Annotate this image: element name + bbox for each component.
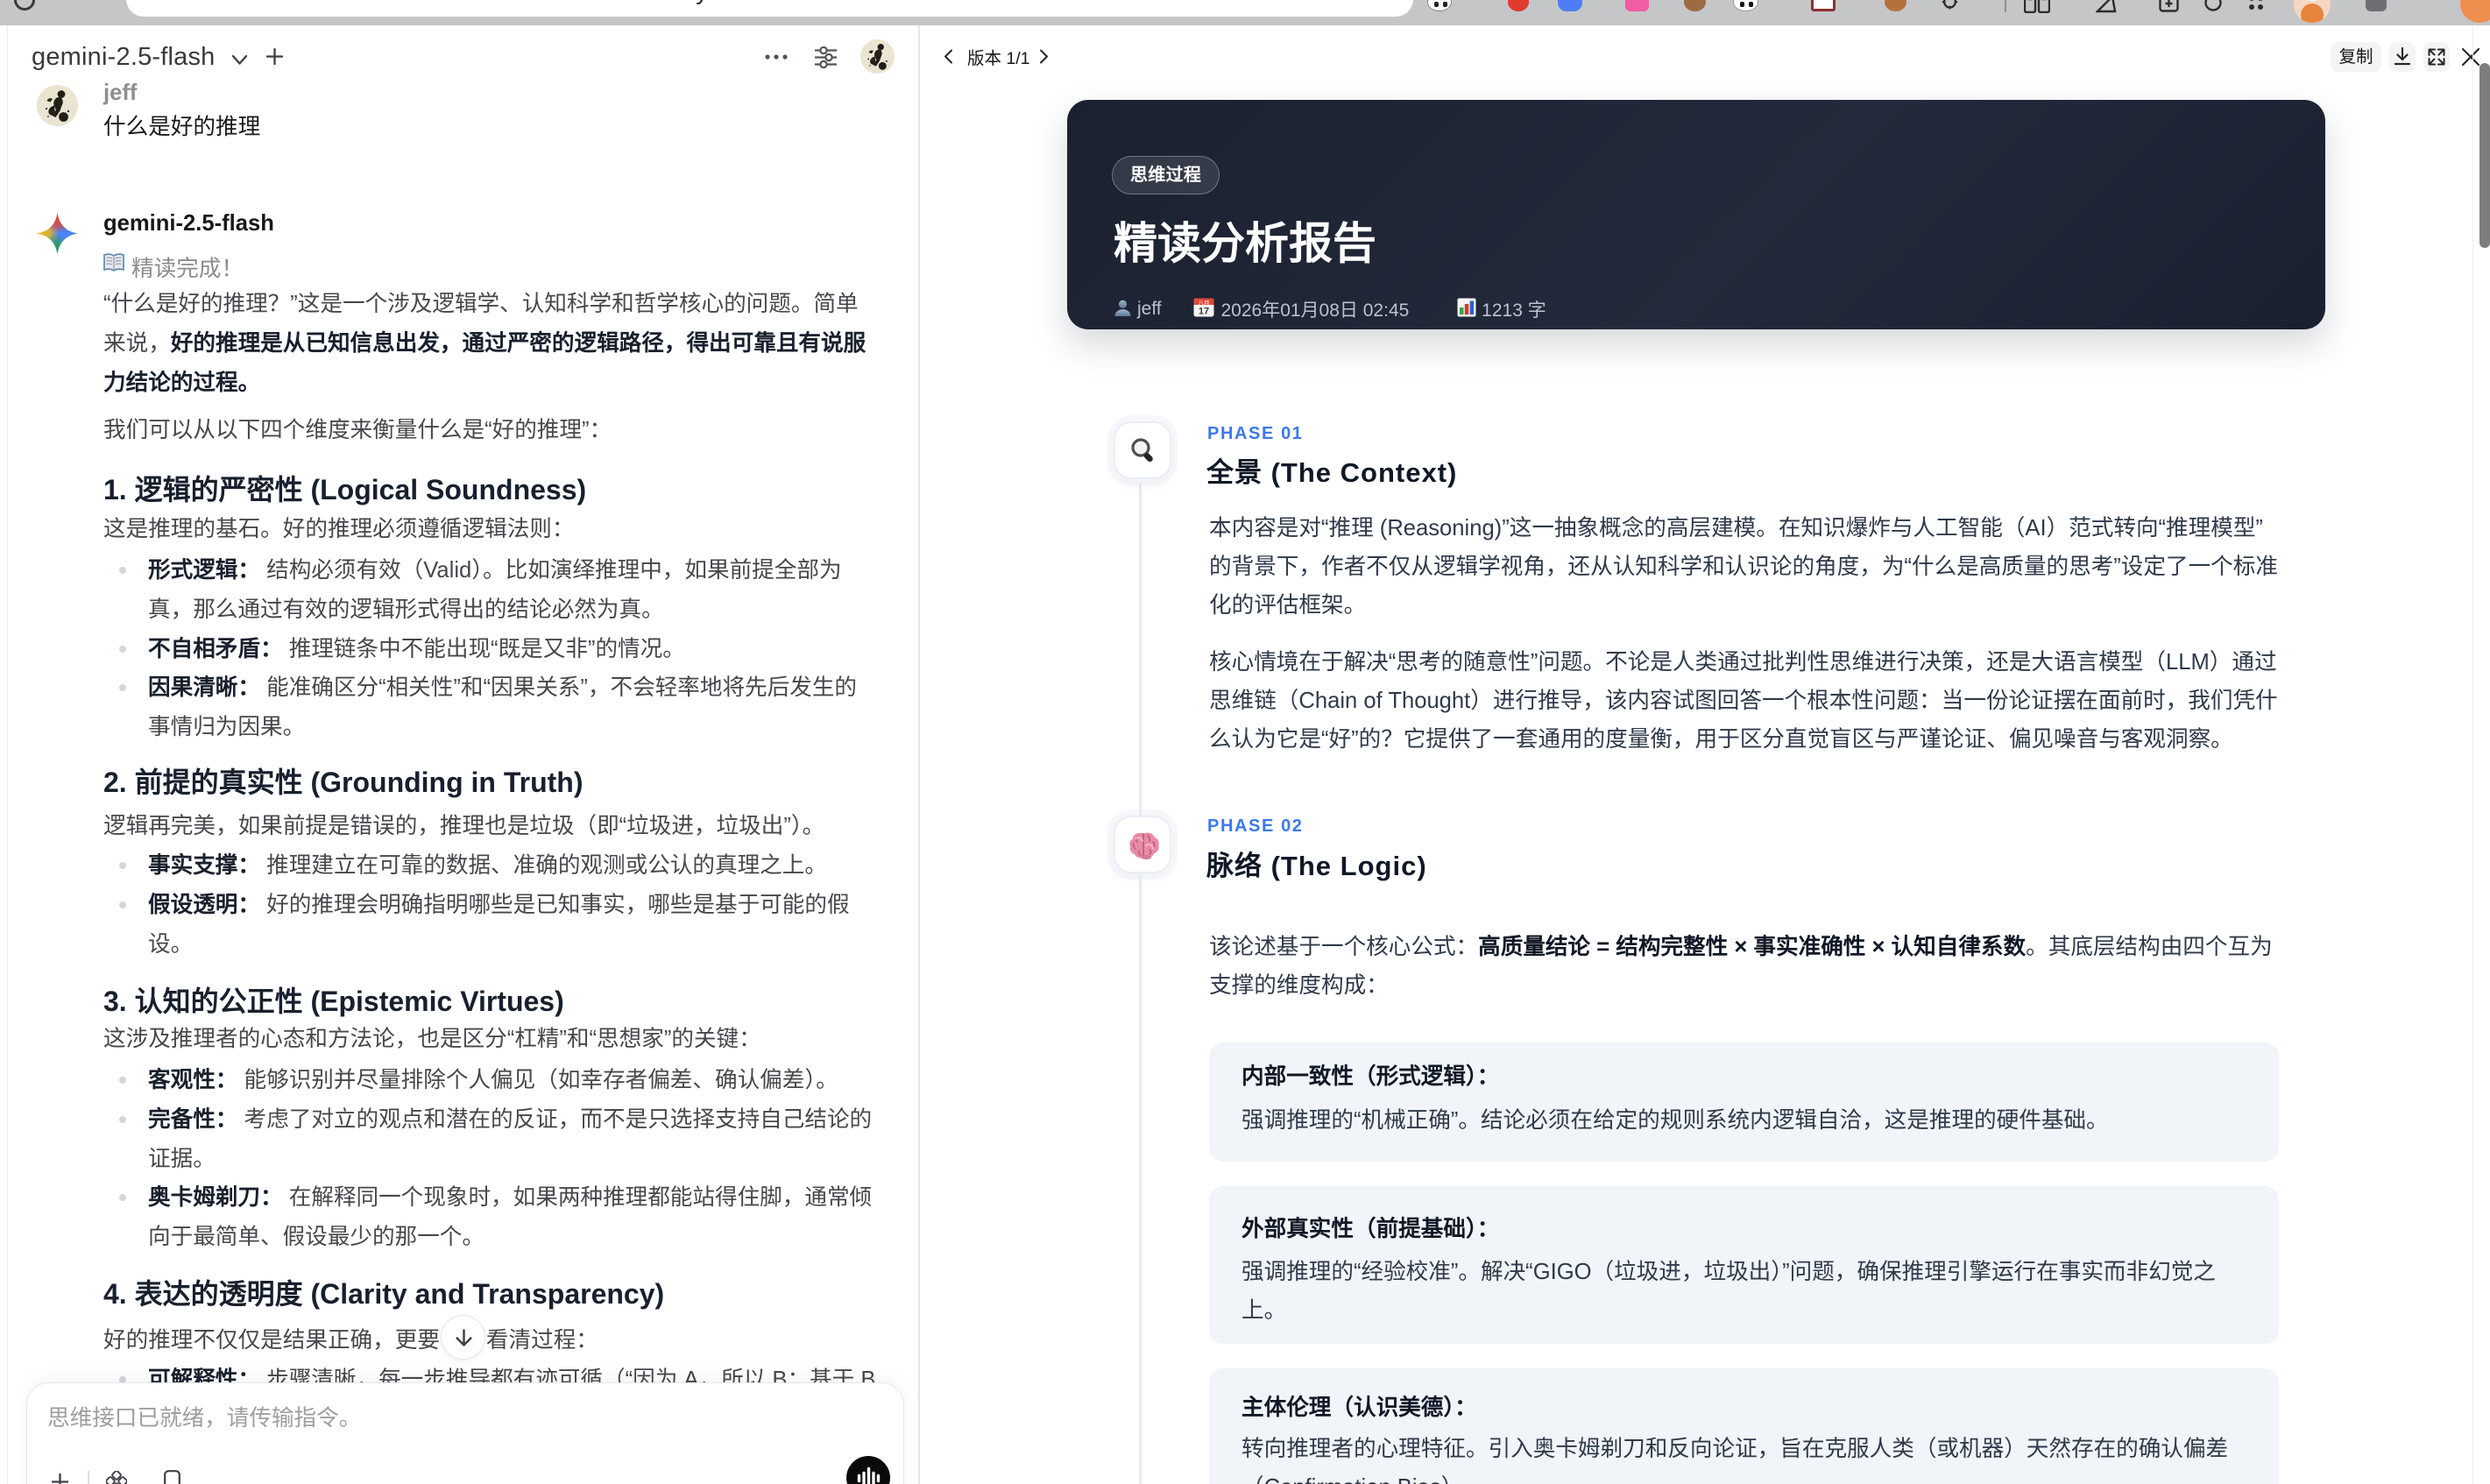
svg-text:17: 17 xyxy=(1199,306,1209,316)
